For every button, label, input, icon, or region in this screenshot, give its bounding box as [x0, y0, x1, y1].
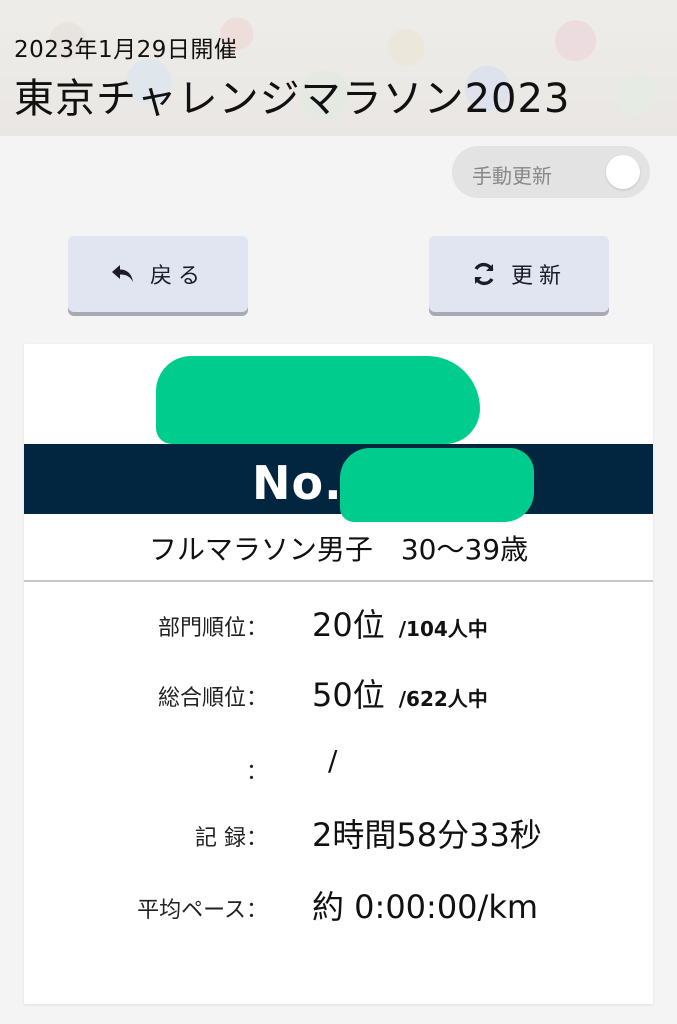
manual-refresh-toggle[interactable]: 手動更新: [452, 146, 650, 198]
redacted-runner-name: [156, 356, 480, 444]
row-value: 20位/104人中: [312, 600, 488, 646]
bib-number-bar: No.: [24, 444, 653, 514]
result-card: No. フルマラソン男子 30〜39歳 部門順位： 20位/104人中 総合順位…: [24, 344, 653, 1004]
divider: [24, 580, 653, 582]
back-arrow-icon: [111, 265, 133, 282]
toggle-knob: [606, 155, 640, 189]
blank-row-value: /: [328, 744, 338, 777]
refresh-button-label: 更新: [510, 264, 567, 289]
average-pace-value: 約 0:00:00/km: [312, 888, 539, 926]
back-button[interactable]: 戻る: [68, 236, 248, 312]
refresh-button[interactable]: 更新: [429, 236, 609, 312]
division-rank-row: 部門順位： 20位/104人中: [24, 600, 653, 644]
row-label: 平均ペース：: [137, 898, 268, 923]
hero-banner: 2023年1月29日開催 東京チャレンジマラソン2023: [0, 0, 677, 136]
race-category: フルマラソン男子 30〜39歳: [148, 533, 529, 566]
refresh-icon: [474, 262, 494, 286]
event-title: 東京チャレンジマラソン2023: [14, 76, 571, 122]
bib-number-prefix: No.: [252, 456, 343, 510]
row-label: 部門順位：: [157, 616, 268, 641]
record-value: 2時間58分33秒: [312, 816, 542, 854]
row-label: ：: [245, 760, 268, 785]
toggle-label: 手動更新: [472, 164, 552, 188]
division-rank-value: 20位: [312, 606, 385, 644]
overall-rank-total: /622人中: [398, 687, 488, 711]
event-date: 2023年1月29日開催: [14, 37, 238, 63]
redacted-bib-number: [340, 448, 534, 522]
division-rank-total: /104人中: [398, 617, 488, 641]
average-pace-row: 平均ペース： 約 0:00:00/km: [24, 882, 653, 926]
record-row: 記 録： 2時間58分33秒: [24, 810, 653, 854]
back-button-label: 戻る: [149, 264, 206, 289]
row-label: 記 録：: [195, 826, 268, 851]
blank-row: ： /: [24, 744, 653, 785]
overall-rank-value: 50位: [312, 676, 385, 714]
row-label: 総合順位：: [157, 686, 268, 711]
row-value: 50位/622人中: [312, 670, 488, 716]
overall-rank-row: 総合順位： 50位/622人中: [24, 670, 653, 714]
